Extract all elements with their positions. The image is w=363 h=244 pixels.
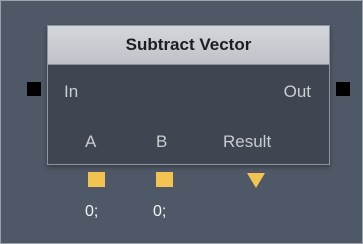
node-title: Subtract Vector bbox=[125, 35, 252, 54]
result-pin[interactable] bbox=[247, 173, 265, 188]
param-a-label: A bbox=[85, 132, 97, 151]
in-port-label: In bbox=[64, 82, 79, 101]
result-label: Result bbox=[223, 132, 272, 151]
param-b-pin[interactable] bbox=[156, 172, 173, 187]
param-a-pin[interactable] bbox=[88, 172, 105, 187]
subtract-vector-node[interactable]: Subtract Vector In Out A B Result bbox=[47, 25, 330, 165]
param-a-value[interactable]: 0; bbox=[85, 203, 98, 221]
param-b-value[interactable]: 0; bbox=[153, 203, 166, 221]
out-port-label: Out bbox=[283, 82, 311, 101]
param-b-label: B bbox=[156, 132, 168, 151]
in-exec-pin[interactable] bbox=[27, 82, 41, 96]
node-header[interactable]: Subtract Vector bbox=[48, 26, 329, 65]
out-exec-pin[interactable] bbox=[336, 82, 350, 96]
